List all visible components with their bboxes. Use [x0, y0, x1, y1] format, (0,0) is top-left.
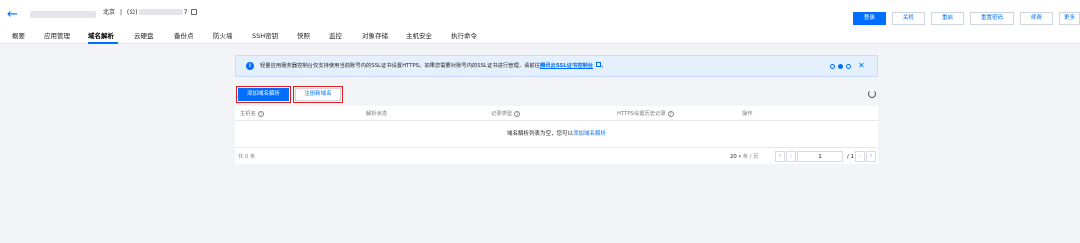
banner-tail: 。 [601, 63, 607, 69]
login-button[interactable]: 登录 [852, 12, 886, 25]
pagination: 共 0 条 20 ▾ 条 / 页 « ‹ / 1 页 › » [235, 147, 878, 164]
tab-snapshot[interactable]: 快照 [297, 32, 310, 41]
column-header-hostname: 主机名? [240, 111, 264, 117]
info-icon: i [246, 62, 254, 70]
tab-domain-resolution[interactable]: 域名解析 [88, 32, 114, 41]
tab-backup-point[interactable]: 备份点 [174, 32, 194, 41]
tab-host-security[interactable]: 主机安全 [406, 32, 432, 41]
banner-dot-3[interactable] [846, 64, 851, 69]
banner-text: 轻量应用服务器控制台仅支持使用当前账号内的SSL证书设置HTTPS。如果您需要对… [260, 62, 606, 71]
instance-header: ← 北京 | (公) 7 登录 关机 重启 重置密码 续费 更多 概要 应用管理 … [0, 0, 1080, 44]
total-count: 共 0 条 [238, 154, 256, 160]
page-size-select[interactable]: 20 ▾ 条 / 页 [730, 153, 759, 161]
prev-page-icon[interactable]: ‹ [786, 151, 796, 162]
shutdown-button[interactable]: 关机 [891, 12, 925, 25]
column-header-https-history: HTTPS设置历史记录? [617, 111, 674, 117]
tab-bar: 概要 应用管理 域名解析 云硬盘 备份点 防火墙 SSH密钥 快照 监控 对象存… [0, 30, 1080, 44]
domain-table: 主机名? 解析状态 记录类型? HTTPS设置历史记录? 操作 域名解析列表为空… [235, 106, 878, 164]
ssl-notice-banner: i 轻量应用服务器控制台仅支持使用当前账号内的SSL证书设置HTTPS。如果您需… [235, 55, 878, 77]
empty-add-domain-link[interactable]: 添加域名解析 [573, 131, 606, 137]
banner-message: 轻量应用服务器控制台仅支持使用当前账号内的SSL证书设置HTTPS。如果您需要对… [260, 63, 540, 69]
register-domain-button[interactable]: 注册新域名 [293, 86, 343, 103]
copy-icon[interactable] [191, 9, 198, 15]
first-page-icon[interactable]: « [775, 151, 785, 162]
table-header: 主机名? 解析状态 记录类型? HTTPS设置历史记录? 操作 [235, 106, 878, 121]
ip-redacted [138, 9, 183, 15]
next-page-icon[interactable]: › [855, 151, 865, 162]
banner-dot-1[interactable] [830, 64, 835, 69]
empty-text: 域名解析列表为空，您可以 [506, 131, 573, 137]
tab-run-command[interactable]: 执行命令 [451, 32, 477, 41]
tab-firewall[interactable]: 防火墙 [213, 32, 233, 41]
instance-name-redacted [30, 11, 96, 18]
banner-pager [830, 64, 851, 69]
tab-ssh-key[interactable]: SSH密钥 [252, 32, 278, 41]
region-label: 北京 [103, 9, 116, 16]
instance-actions: 登录 关机 重启 重置密码 续费 更多 [852, 12, 1080, 25]
refresh-icon[interactable] [868, 90, 876, 98]
ip-prefix: (公) [126, 9, 138, 16]
renew-button[interactable]: 续费 [1019, 12, 1053, 25]
more-button[interactable]: 更多 [1058, 12, 1080, 25]
tab-object-storage[interactable]: 对象存储 [362, 32, 388, 41]
tab-app-management[interactable]: 应用管理 [44, 32, 70, 41]
help-icon[interactable]: ? [667, 111, 674, 117]
tab-monitoring[interactable]: 监控 [329, 32, 342, 41]
column-header-actions: 操作 [742, 111, 753, 117]
instance-region-ip: 北京 | (公) 7 [103, 8, 198, 18]
tab-cloud-disk[interactable]: 云硬盘 [134, 32, 154, 41]
separator: | [119, 9, 122, 16]
reset-password-button[interactable]: 重置密码 [969, 12, 1014, 25]
back-arrow-icon[interactable]: ← [7, 8, 21, 22]
add-domain-resolution-button[interactable]: 添加域名解析 [236, 86, 291, 103]
column-header-status: 解析状态 [366, 111, 388, 117]
help-icon[interactable]: ? [514, 111, 521, 117]
tab-overview[interactable]: 概要 [12, 32, 25, 41]
close-icon[interactable]: ✕ [858, 61, 865, 71]
help-icon[interactable]: ? [257, 111, 264, 117]
active-tab-indicator [88, 42, 118, 44]
ip-suffix: 7 [183, 9, 188, 16]
restart-button[interactable]: 重启 [930, 12, 964, 25]
column-header-record-type: 记录类型? [491, 111, 521, 117]
empty-state: 域名解析列表为空，您可以添加域名解析 [235, 130, 878, 139]
last-page-icon[interactable]: » [866, 151, 876, 162]
page-number-input[interactable] [797, 151, 843, 162]
ssl-console-link[interactable]: 腾讯云SSL证书控制台 [540, 63, 593, 69]
banner-dot-2[interactable] [838, 64, 843, 69]
